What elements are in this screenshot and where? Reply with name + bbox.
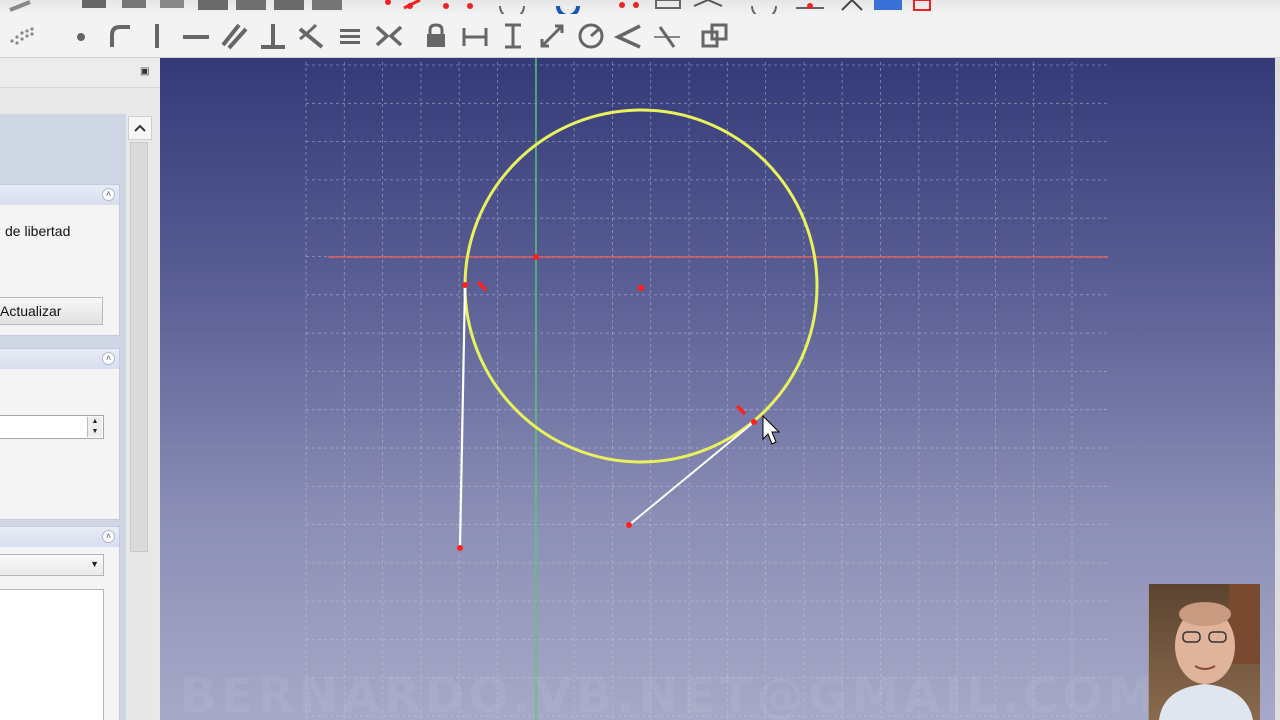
sketch-viewport[interactable]: BERNARDO.VB.NET@GMAIL.COM [160, 58, 1280, 720]
edit-controls-box: ˄ ▲ ▼ [0, 348, 120, 520]
line-endpoint[interactable] [751, 419, 757, 425]
collapse-icon[interactable]: ˄ [102, 188, 115, 201]
snell-law-icon[interactable] [652, 20, 682, 52]
constraint-filter-combo[interactable]: ▼ [0, 554, 104, 576]
sketch-red-icon[interactable] [796, 3, 824, 9]
update-button[interactable]: Actualizar [0, 297, 103, 325]
angle-constraint-icon[interactable] [614, 20, 644, 52]
workbench-toolbar-icons [9, 0, 931, 14]
task-panel-header: ▣ [0, 58, 160, 88]
cube-icon[interactable] [82, 0, 106, 8]
equal-constraint-icon[interactable] [335, 20, 365, 52]
line-endpoint[interactable] [462, 282, 468, 288]
line-endpoint[interactable] [457, 545, 463, 551]
sketch-layers-icon[interactable] [693, 0, 723, 7]
workbench-toolbar [0, 0, 1280, 14]
toggle-construction-icon[interactable] [700, 20, 730, 52]
solver-messages-box: ˄ de libertad Actualizar [0, 184, 120, 336]
box-icon[interactable] [198, 0, 228, 10]
sketcher-toolbar [0, 14, 1280, 58]
lock-constraint-icon[interactable] [421, 20, 451, 52]
sketch-line-tangent[interactable] [628, 421, 755, 526]
horizontal-constraint-icon[interactable] [181, 20, 211, 52]
point-icon[interactable] [66, 20, 96, 52]
sketch-line-vertical[interactable] [458, 284, 467, 549]
vertical-constraint-icon[interactable] [142, 20, 172, 52]
cube-icon[interactable] [160, 0, 184, 8]
update-button-label: Actualizar [0, 303, 62, 319]
presenter-avatar [1159, 584, 1260, 720]
collapse-icon[interactable]: ˄ [102, 530, 115, 543]
scroll-up-icon[interactable] [128, 116, 152, 140]
task-panel-scrollbar[interactable] [128, 116, 152, 720]
grid-size-spinbox[interactable]: ▲ ▼ [0, 415, 104, 439]
perpendicular-constraint-icon[interactable] [258, 20, 288, 52]
solver-messages-header[interactable]: ˄ [0, 185, 119, 205]
solver-status-text: de libertad [5, 223, 71, 239]
edit-controls-header[interactable]: ˄ [0, 349, 119, 369]
task-panel-content: ˄ de libertad Actualizar ˄ ▲ ▼ ˄ ▼ [0, 114, 126, 720]
spin-arrows-icon[interactable]: ▲ ▼ [87, 417, 102, 437]
dropdown-arrow-icon: ▼ [90, 559, 99, 569]
sketch-red-icon[interactable] [619, 2, 639, 8]
collapse-icon[interactable]: ˄ [102, 352, 115, 365]
tangent-constraint-marker[interactable] [476, 280, 488, 292]
scrollbar-thumb[interactable] [130, 142, 148, 552]
circle-center-point[interactable] [637, 284, 645, 292]
vertical-distance-icon[interactable] [498, 20, 528, 52]
task-panel: ▣ ˄ de libertad Actualizar ˄ ▲ ▼ ˄ ▼ [0, 58, 160, 720]
horizontal-distance-icon[interactable] [460, 20, 490, 52]
distance-constraint-icon[interactable] [537, 20, 567, 52]
sketch-circle-icon[interactable] [499, 5, 525, 14]
part-icon[interactable] [9, 0, 31, 12]
box-icon[interactable] [312, 0, 342, 10]
mouse-cursor-icon [762, 414, 781, 445]
parallel-constraint-icon[interactable] [219, 20, 249, 52]
constraints-box: ˄ ▼ [0, 526, 120, 720]
presenter-webcam [1148, 584, 1260, 720]
undock-icon[interactable]: ▣ [140, 67, 150, 77]
sketch-red-icon[interactable] [655, 0, 681, 9]
sketch-tool-icon[interactable] [841, 0, 863, 11]
point-grid-icon[interactable] [8, 20, 38, 52]
radius-constraint-icon[interactable] [576, 20, 606, 52]
fillet-icon[interactable] [104, 20, 134, 52]
sketch-red-icon[interactable] [443, 3, 473, 9]
sketch-red-icon[interactable] [403, 0, 421, 10]
symmetric-constraint-icon[interactable] [374, 20, 404, 52]
cube-icon[interactable] [122, 0, 146, 8]
constraints-header[interactable]: ˄ [0, 527, 119, 547]
sketch-grid [305, 62, 1108, 720]
sketch-blue-icon[interactable] [556, 5, 580, 14]
origin-point[interactable] [533, 254, 539, 260]
close-red-icon[interactable] [913, 0, 931, 11]
watermark-text: BERNARDO.VB.NET@GMAIL.COM [180, 668, 1159, 720]
freecad-window: ▣ ˄ de libertad Actualizar ˄ ▲ ▼ ˄ ▼ BER… [0, 0, 1280, 720]
tangent-constraint-icon[interactable] [296, 20, 326, 52]
box-icon[interactable] [274, 0, 304, 10]
box-icon[interactable] [236, 0, 266, 10]
right-dock-edge [1275, 58, 1280, 720]
sketch-point-icon[interactable] [385, 0, 391, 5]
sketch-canvas[interactable] [160, 58, 1280, 720]
line-endpoint[interactable] [626, 522, 632, 528]
cube-blue-icon[interactable] [874, 0, 902, 10]
sketch-circle-icon[interactable] [751, 5, 777, 14]
constraint-list[interactable] [0, 589, 104, 720]
